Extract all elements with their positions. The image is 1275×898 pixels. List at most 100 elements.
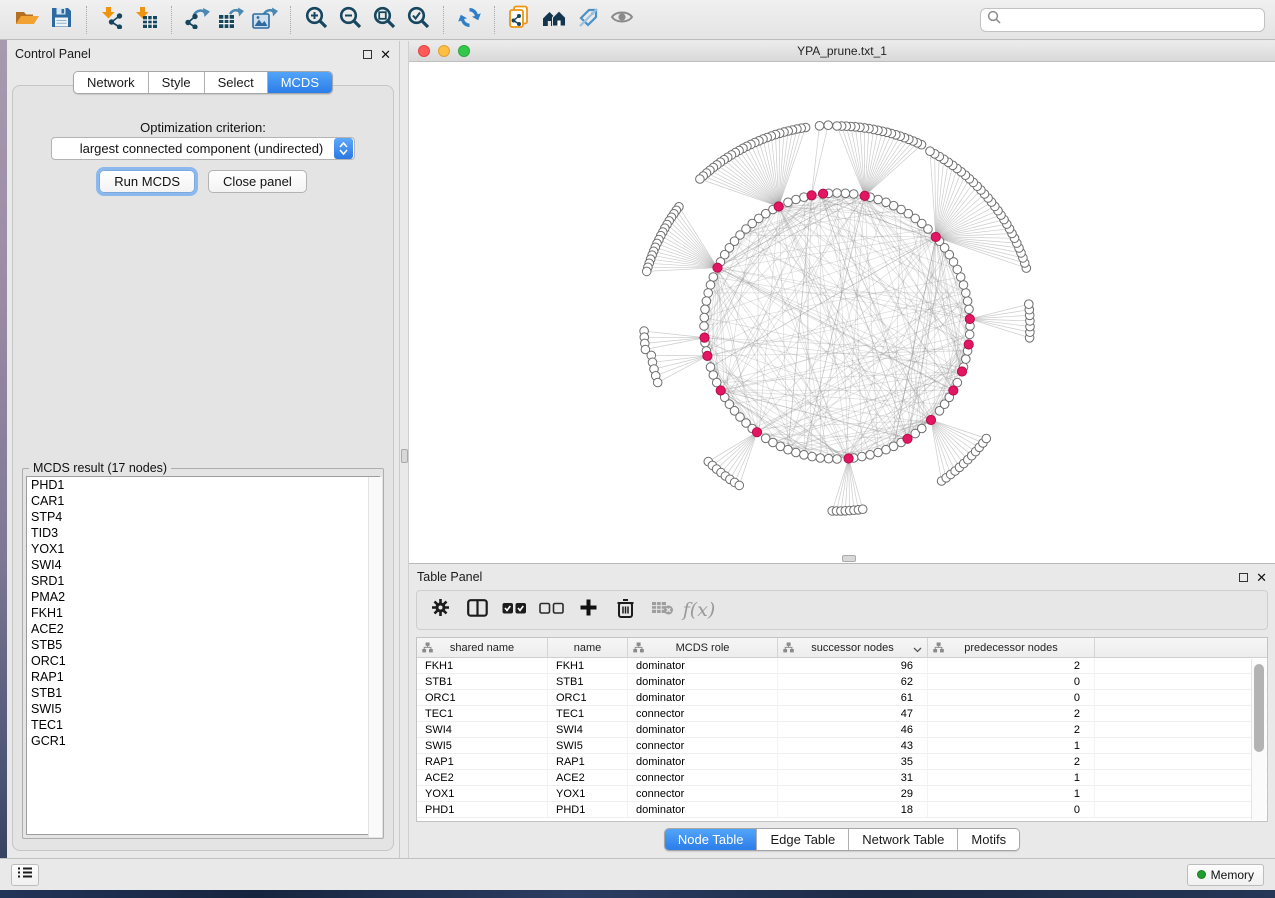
- tab-network[interactable]: Network: [74, 72, 149, 93]
- add-column-button[interactable]: [573, 595, 603, 625]
- tab-select[interactable]: Select: [205, 72, 268, 93]
- show-columns-button[interactable]: [462, 595, 492, 625]
- table-row[interactable]: SWI5SWI5connector431: [417, 738, 1267, 754]
- zoom-selected-button[interactable]: [401, 4, 435, 36]
- memory-label: Memory: [1211, 868, 1254, 882]
- float-panel-icon[interactable]: [1239, 573, 1248, 582]
- mcds-result-item[interactable]: SWI4: [27, 557, 379, 573]
- list-menu-icon: [17, 866, 33, 884]
- table-row[interactable]: STB1STB1dominator620: [417, 674, 1267, 690]
- ui-settings-button[interactable]: [11, 864, 39, 886]
- cell-shared-name: PHD1: [417, 802, 548, 817]
- mcds-result-item[interactable]: ORC1: [27, 653, 379, 669]
- search-input[interactable]: [1002, 13, 1258, 27]
- mcds-result-item[interactable]: ACE2: [27, 621, 379, 637]
- mcds-result-item[interactable]: GCR1: [27, 733, 379, 749]
- mcds-result-item[interactable]: SRD1: [27, 573, 379, 589]
- tab-node-table[interactable]: Node Table: [665, 829, 758, 850]
- selected-option: largest connected component (undirected): [52, 141, 333, 156]
- mcds-result-item[interactable]: FKH1: [27, 605, 379, 621]
- column-header-successor-nodes[interactable]: successor nodes: [778, 638, 928, 657]
- open-session-button[interactable]: [10, 4, 44, 36]
- mcds-result-item[interactable]: RAP1: [27, 669, 379, 685]
- mcds-result-item[interactable]: TID3: [27, 525, 379, 541]
- table-scrollbar[interactable]: [1251, 659, 1266, 820]
- mcds-result-item[interactable]: PHD1: [27, 477, 379, 493]
- table-scrollbar-thumb[interactable]: [1254, 664, 1264, 752]
- delete-column-button[interactable]: [610, 595, 640, 625]
- mcds-result-item[interactable]: SWI5: [27, 701, 379, 717]
- tab-network-table[interactable]: Network Table: [849, 829, 958, 850]
- run-mcds-button[interactable]: Run MCDS: [99, 170, 195, 193]
- mcds-result-item[interactable]: YOX1: [27, 541, 379, 557]
- export-network-button[interactable]: [180, 4, 214, 36]
- cell-name: ACE2: [548, 770, 628, 785]
- table-row[interactable]: ORC1ORC1dominator610: [417, 690, 1267, 706]
- cell-shared-name: TEC1: [417, 706, 548, 721]
- cell-shared-name: RAP1: [417, 754, 548, 769]
- splitter-grip[interactable]: [401, 449, 408, 463]
- zoom-in-button[interactable]: [299, 4, 333, 36]
- zoom-out-button[interactable]: [333, 4, 367, 36]
- apply-layout-button[interactable]: [452, 4, 486, 36]
- export-table-button[interactable]: [214, 4, 248, 36]
- mcds-result-item[interactable]: TEC1: [27, 717, 379, 733]
- table-row[interactable]: SWI4SWI4dominator462: [417, 722, 1267, 738]
- show-home-button[interactable]: [537, 4, 571, 36]
- import-network-button[interactable]: [95, 4, 129, 36]
- column-header-shared-name[interactable]: shared name: [417, 638, 548, 657]
- table-row[interactable]: YOX1YOX1connector291: [417, 786, 1267, 802]
- mcds-result-item[interactable]: STP4: [27, 509, 379, 525]
- export-image-button[interactable]: [248, 4, 282, 36]
- close-panel-button[interactable]: Close panel: [208, 170, 307, 193]
- cell-name: SWI5: [548, 738, 628, 753]
- unchecked-boxes-icon: [539, 601, 564, 619]
- tab-edge-table[interactable]: Edge Table: [757, 829, 849, 850]
- tab-mcds[interactable]: MCDS: [268, 72, 332, 93]
- save-session-button[interactable]: [44, 4, 78, 36]
- float-panel-icon[interactable]: [363, 50, 372, 59]
- cell-successor-nodes: 61: [778, 690, 928, 705]
- table-row[interactable]: TEC1TEC1connector472: [417, 706, 1267, 722]
- column-header-predecessor-nodes[interactable]: predecessor nodes: [928, 638, 1095, 657]
- mcds-result-scrollbar[interactable]: [368, 477, 382, 837]
- show-graphics-details-button[interactable]: [605, 4, 639, 36]
- zoom-fit-button[interactable]: [367, 4, 401, 36]
- column-header-MCDS-role[interactable]: MCDS role: [628, 638, 778, 657]
- table-row[interactable]: FKH1FKH1dominator962: [417, 658, 1267, 674]
- cell-shared-name: SWI5: [417, 738, 548, 753]
- deselect-all-button[interactable]: [536, 595, 566, 625]
- mcds-result-item[interactable]: STB5: [27, 637, 379, 653]
- tab-motifs[interactable]: Motifs: [958, 829, 1019, 850]
- cell-shared-name: FKH1: [417, 658, 548, 673]
- column-header-name[interactable]: name: [548, 638, 628, 657]
- search-field[interactable]: [980, 8, 1265, 32]
- table-row[interactable]: ACE2ACE2connector311: [417, 770, 1267, 786]
- cell-MCDS-role: dominator: [628, 658, 778, 673]
- new-network-button[interactable]: [503, 4, 537, 36]
- mcds-result-item[interactable]: STB1: [27, 685, 379, 701]
- mcds-result-item[interactable]: CAR1: [27, 493, 379, 509]
- mcds-result-list[interactable]: PHD1CAR1STP4TID3YOX1SWI4SRD1PMA2FKH1ACE2…: [26, 476, 380, 835]
- cell-successor-nodes: 96: [778, 658, 928, 673]
- optimization-criterion-select[interactable]: largest connected component (undirected): [51, 137, 355, 160]
- close-panel-icon[interactable]: ✕: [380, 50, 391, 59]
- table-panel: Table Panel ✕ f(x) shared namenameMCDS r…: [409, 564, 1275, 858]
- select-all-button[interactable]: [499, 595, 529, 625]
- memory-button[interactable]: Memory: [1187, 864, 1264, 886]
- network-canvas[interactable]: [409, 62, 1275, 563]
- cell-successor-nodes: 18: [778, 802, 928, 817]
- close-panel-icon[interactable]: ✕: [1256, 573, 1267, 582]
- vertical-splitter[interactable]: [400, 41, 409, 858]
- tab-style[interactable]: Style: [149, 72, 205, 93]
- import-table-button[interactable]: [129, 4, 163, 36]
- table-row[interactable]: PHD1PHD1dominator180: [417, 802, 1267, 818]
- hide-labels-button[interactable]: [571, 4, 605, 36]
- mcds-result-item[interactable]: PMA2: [27, 589, 379, 605]
- cell-predecessor-nodes: 2: [928, 754, 1095, 769]
- table-row[interactable]: RAP1RAP1dominator352: [417, 754, 1267, 770]
- network-window-titlebar[interactable]: YPA_prune.txt_1: [409, 41, 1275, 62]
- desktop-wallpaper-bottom: [0, 890, 1275, 898]
- table-options-button[interactable]: [425, 595, 455, 625]
- horizontal-splitter-grip[interactable]: [842, 555, 856, 562]
